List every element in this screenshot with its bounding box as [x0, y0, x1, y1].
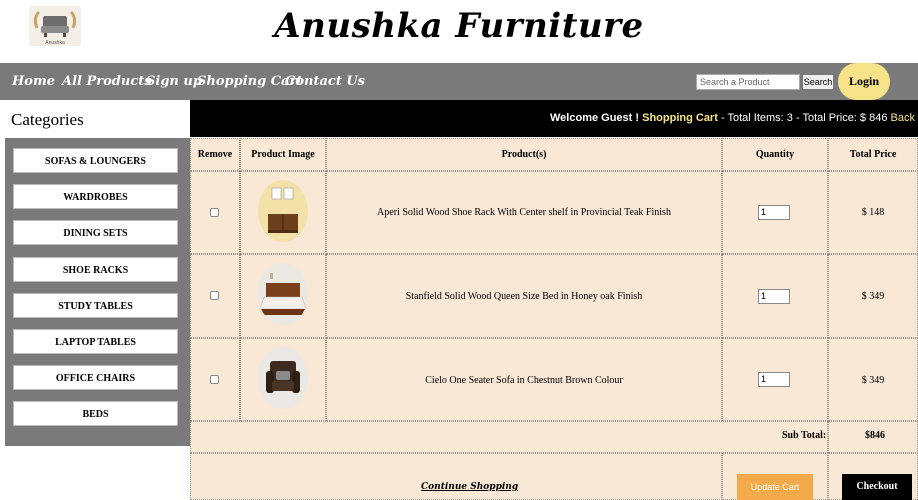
- category-wardrobes[interactable]: WARDROBES: [13, 184, 178, 209]
- shoe-rack-icon: [258, 180, 308, 242]
- category-laptop-tables[interactable]: LAPTOP TABLES: [13, 329, 178, 354]
- quantity-input[interactable]: 1: [758, 372, 790, 387]
- row-total-price: $ 148: [861, 207, 885, 218]
- search-button[interactable]: Search: [802, 74, 834, 90]
- quantity-input[interactable]: 1: [758, 289, 790, 304]
- welcome-summary: - Total Items: 3 - Total Price: $ 846: [717, 112, 891, 124]
- header-product-image: Product Image: [240, 138, 326, 171]
- header-remove: Remove: [190, 138, 240, 171]
- category-dining-sets[interactable]: DINING SETS: [13, 220, 178, 245]
- quantity-input[interactable]: 1: [758, 205, 790, 220]
- welcome-prefix: Welcome Guest !: [550, 112, 643, 124]
- remove-checkbox[interactable]: [210, 375, 219, 384]
- navbar: Home All Products Sign up Shopping Cart …: [0, 63, 918, 100]
- category-beds[interactable]: BEDS: [13, 401, 178, 426]
- row-total-price: $ 349: [861, 375, 885, 386]
- nav-all-products[interactable]: All Products: [62, 63, 152, 100]
- categories-panel: SOFAS & LOUNGERS WARDROBES DINING SETS S…: [5, 138, 190, 446]
- remove-checkbox[interactable]: [210, 208, 219, 217]
- update-cart-button[interactable]: Update Cart: [737, 474, 813, 500]
- category-sofas-loungers[interactable]: SOFAS & LOUNGERS: [13, 148, 178, 173]
- nav-home[interactable]: Home: [12, 63, 55, 100]
- category-study-tables[interactable]: STUDY TABLES: [13, 293, 178, 318]
- sofa-icon: [258, 347, 308, 409]
- categories-heading: Categories: [11, 110, 84, 129]
- remove-checkbox[interactable]: [210, 291, 219, 300]
- header-products: Product(s): [326, 138, 722, 171]
- category-office-chairs[interactable]: OFFICE CHAIRS: [13, 365, 178, 390]
- checkout-button[interactable]: Checkout: [842, 474, 912, 500]
- search-input[interactable]: Search a Product: [696, 74, 800, 90]
- product-name[interactable]: Aperi Solid Wood Shoe Rack With Center s…: [326, 207, 722, 218]
- continue-shopping-link[interactable]: Continue Shopping: [421, 482, 518, 492]
- back-to-shopping-link[interactable]: Back to Shopping: [891, 112, 918, 124]
- product-name[interactable]: Stanfield Solid Wood Queen Size Bed in H…: [326, 291, 722, 302]
- bed-icon: [258, 263, 308, 325]
- row-total-price: $ 349: [861, 291, 885, 302]
- product-name[interactable]: Cielo One Seater Sofa in Chestnut Brown …: [326, 375, 722, 386]
- header-quantity: Quantity: [722, 138, 828, 171]
- category-shoe-racks[interactable]: SHOE RACKS: [13, 257, 178, 282]
- login-button[interactable]: Login: [838, 63, 890, 100]
- header-total-price: Total Price: [828, 138, 918, 171]
- site-title: Anushka Furniture: [274, 6, 644, 46]
- sub-total-value: $846: [865, 430, 885, 441]
- welcome-cart-link[interactable]: Shopping Cart: [642, 112, 718, 124]
- nav-contact-us[interactable]: Contact Us: [285, 63, 365, 100]
- sub-total-label: Sub Total:: [782, 430, 827, 441]
- welcome-bar: Welcome Guest ! Shopping Cart - Total It…: [190, 100, 918, 137]
- nav-sign-up[interactable]: Sign up: [146, 63, 202, 100]
